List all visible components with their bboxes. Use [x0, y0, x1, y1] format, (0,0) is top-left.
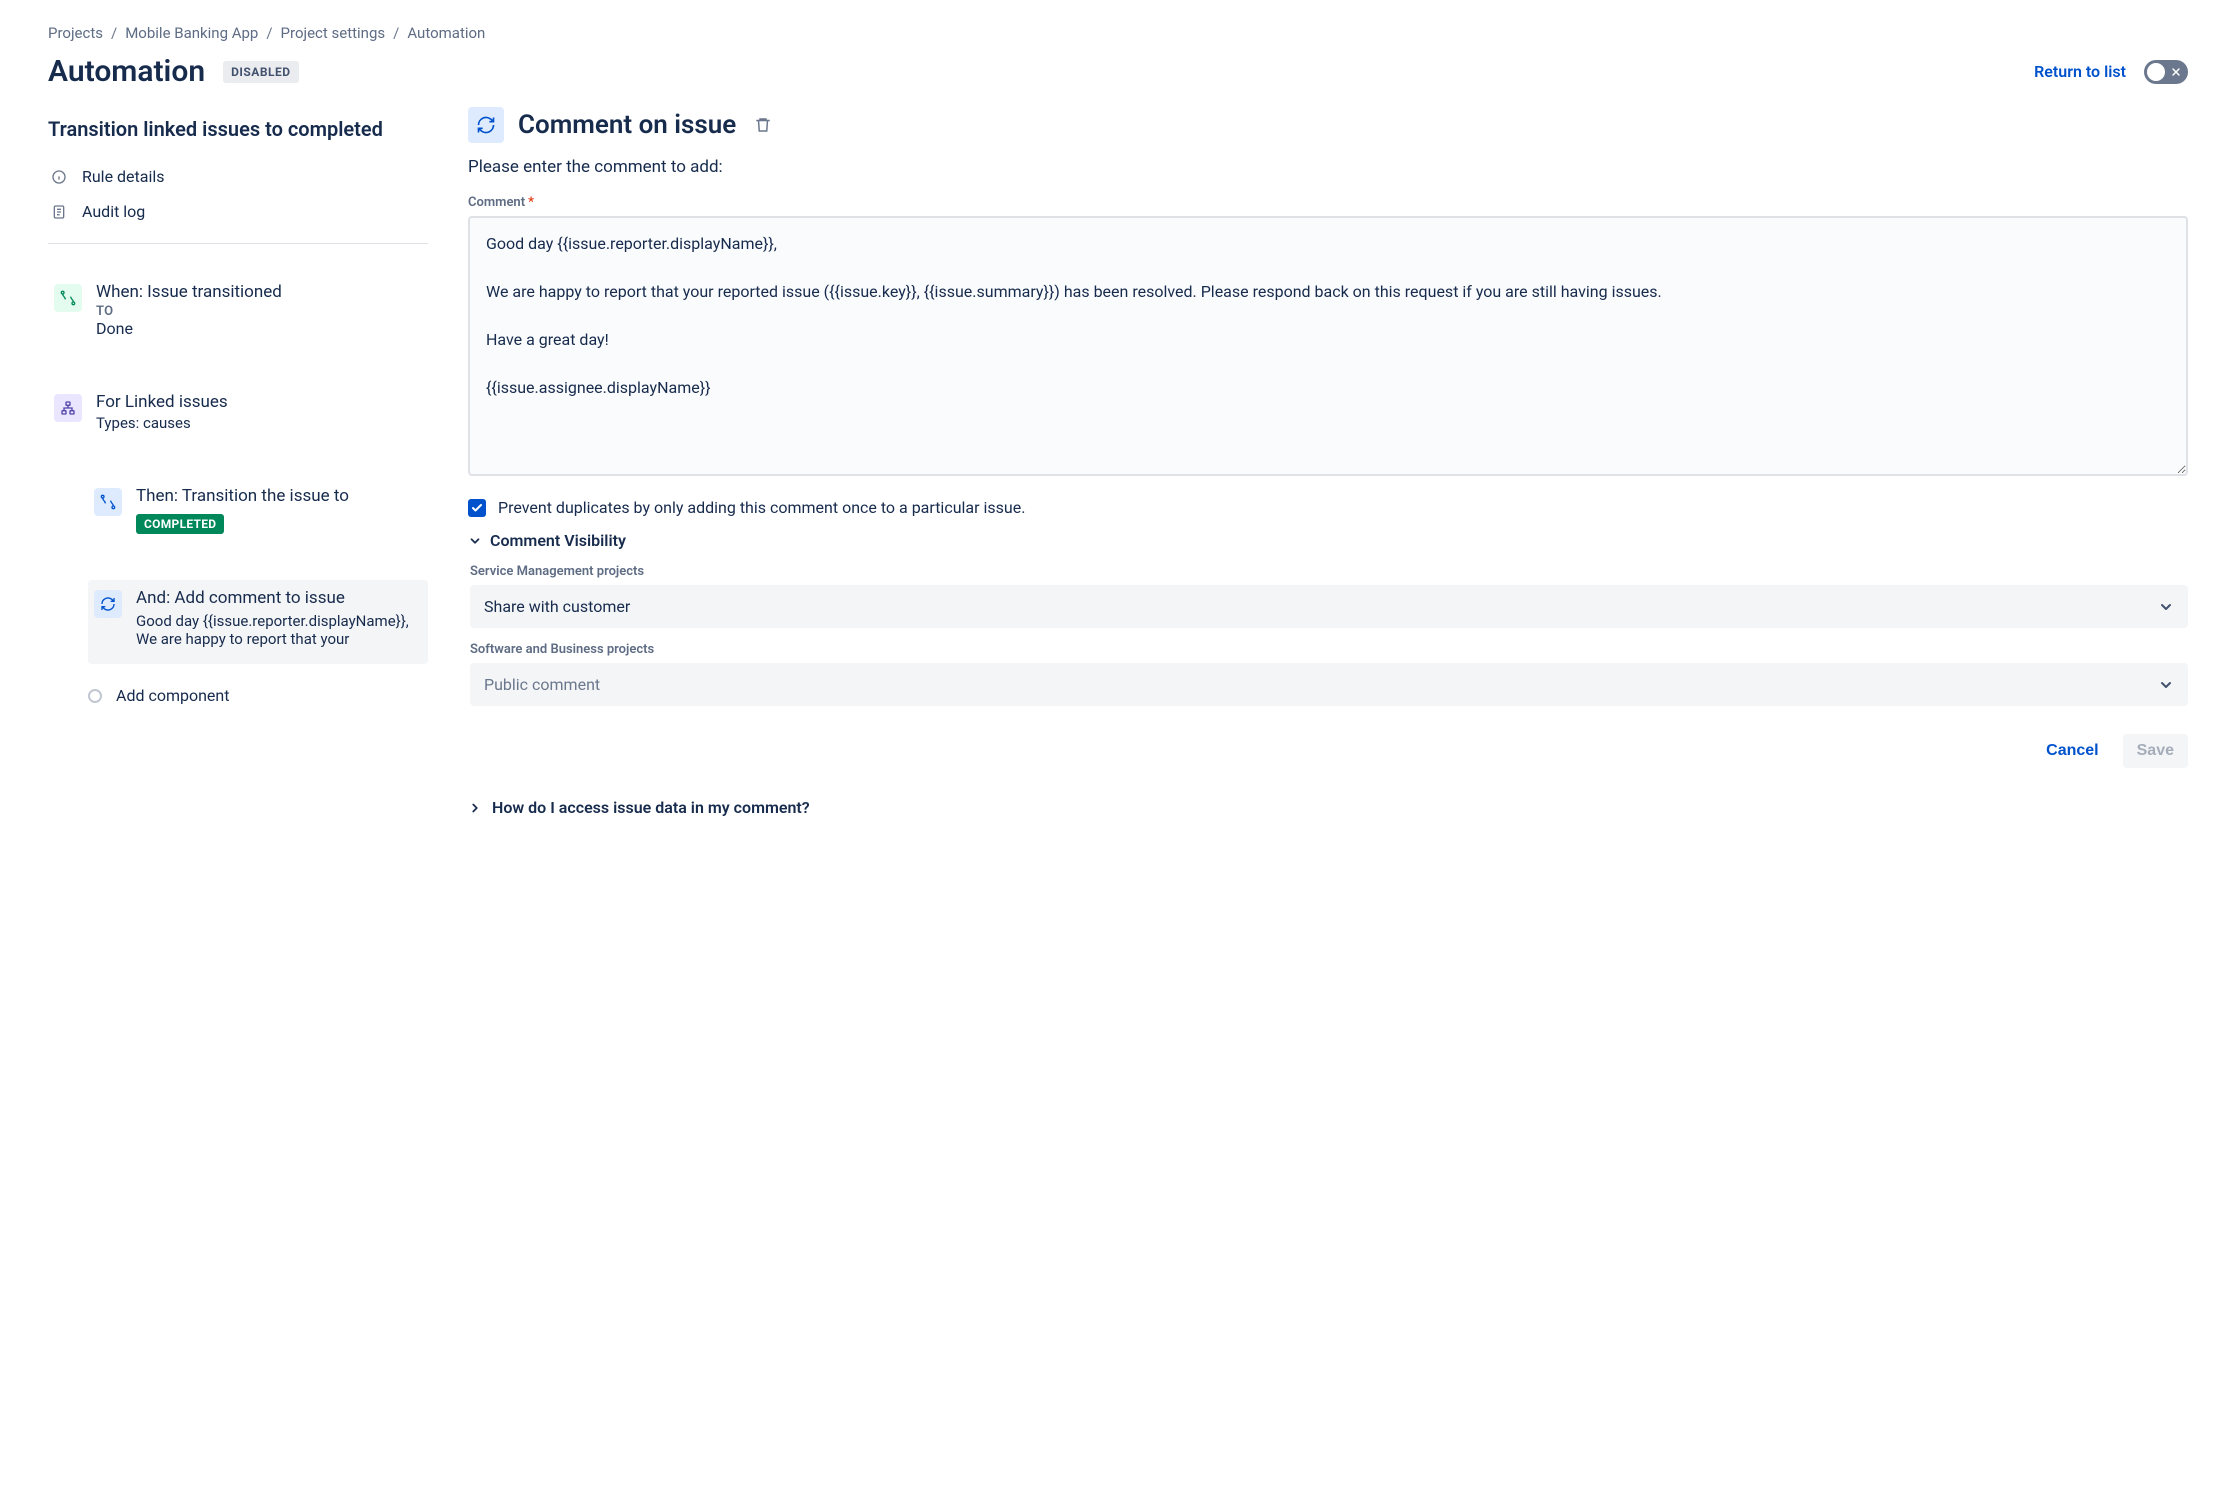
- info-icon: [50, 169, 68, 185]
- document-icon: [50, 204, 68, 220]
- checkbox-checked-icon: [468, 499, 486, 517]
- visibility-sm-label: Service Management projects: [470, 564, 2188, 579]
- sidebar-item-label: Audit log: [82, 202, 145, 221]
- rule-node-action-comment[interactable]: And: Add comment to issue Good day {{iss…: [88, 580, 428, 664]
- add-circle-icon: [88, 689, 102, 703]
- select-value: Public comment: [484, 675, 600, 694]
- delete-component-button[interactable]: [750, 112, 776, 138]
- trigger-icon: [54, 284, 82, 312]
- close-icon: [2170, 66, 2182, 78]
- rule-node-title: And: Add comment to issue: [136, 588, 422, 608]
- cancel-button[interactable]: Cancel: [2032, 734, 2112, 768]
- breadcrumb-item[interactable]: Mobile Banking App: [125, 24, 258, 42]
- transition-icon: [94, 488, 122, 516]
- visibility-sm-select[interactable]: Share with customer: [470, 585, 2188, 628]
- rule-node-title: For Linked issues: [96, 392, 422, 412]
- rule-node-title: When: Issue transitioned: [96, 282, 422, 302]
- rule-name: Transition linked issues to completed: [48, 117, 428, 141]
- page-title: Automation: [48, 54, 205, 89]
- sidebar-item-audit-log[interactable]: Audit log: [48, 194, 428, 229]
- comment-field-label: Comment*: [468, 195, 2188, 210]
- rule-node-action-transition[interactable]: Then: Transition the issue to COMPLETED: [88, 478, 428, 550]
- breadcrumb-item[interactable]: Projects: [48, 24, 103, 42]
- add-component-label: Add component: [116, 686, 229, 705]
- component-lead: Please enter the comment to add:: [468, 157, 2188, 177]
- sidebar-item-rule-details[interactable]: Rule details: [48, 159, 428, 194]
- branch-icon: [54, 394, 82, 422]
- rule-node-value: Types: causes: [96, 414, 422, 432]
- rule-node-value: Done: [96, 319, 422, 338]
- chevron-right-icon: [468, 801, 482, 815]
- breadcrumb-item: Automation: [407, 24, 485, 42]
- breadcrumb-item[interactable]: Project settings: [281, 24, 386, 42]
- hint-label: How do I access issue data in my comment…: [492, 798, 810, 817]
- prevent-duplicates-checkbox[interactable]: Prevent duplicates by only adding this c…: [468, 498, 2188, 517]
- required-indicator: *: [528, 195, 534, 210]
- chevron-down-icon: [2158, 677, 2174, 693]
- comment-visibility-label: Comment Visibility: [490, 531, 626, 550]
- status-chip: COMPLETED: [136, 514, 224, 534]
- save-button[interactable]: Save: [2123, 734, 2188, 768]
- comment-component-icon: [468, 107, 504, 143]
- chevron-down-icon: [2158, 599, 2174, 615]
- add-component-button[interactable]: Add component: [88, 686, 428, 705]
- status-badge: DISABLED: [223, 61, 298, 83]
- sidebar-item-label: Rule details: [82, 167, 165, 186]
- rule-node-branch[interactable]: For Linked issues Types: causes: [48, 384, 428, 448]
- visibility-sw-label: Software and Business projects: [470, 642, 2188, 657]
- component-title: Comment on issue: [518, 110, 736, 140]
- return-to-list-link[interactable]: Return to list: [2034, 62, 2126, 81]
- rule-enabled-toggle[interactable]: [2144, 60, 2188, 84]
- comment-textarea[interactable]: [468, 216, 2188, 476]
- data-access-hint-toggle[interactable]: How do I access issue data in my comment…: [468, 798, 2188, 817]
- breadcrumb: Projects/ Mobile Banking App/ Project se…: [48, 24, 2188, 42]
- select-value: Share with customer: [484, 597, 630, 616]
- rule-node-title: Then: Transition the issue to: [136, 486, 422, 506]
- refresh-icon: [94, 590, 122, 618]
- chevron-down-icon: [468, 534, 482, 548]
- comment-visibility-toggle[interactable]: Comment Visibility: [468, 531, 2188, 550]
- trash-icon: [754, 116, 772, 134]
- rule-node-sub: TO: [96, 304, 422, 319]
- visibility-sw-select[interactable]: Public comment: [470, 663, 2188, 706]
- rule-node-trigger[interactable]: When: Issue transitioned TO Done: [48, 274, 428, 354]
- rule-node-preview: Good day {{issue.reporter.displayName}},…: [136, 612, 422, 648]
- checkbox-label: Prevent duplicates by only adding this c…: [498, 498, 1025, 517]
